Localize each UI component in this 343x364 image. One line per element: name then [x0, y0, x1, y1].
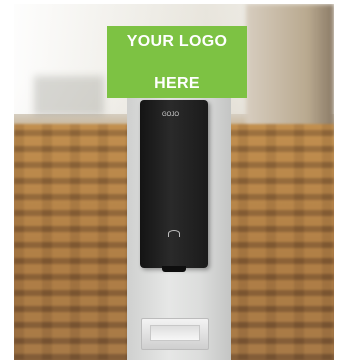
logo-placeholder-text: YOUR LOGO HERE [127, 10, 227, 115]
drip-tray-inner [150, 325, 200, 341]
drip-tray [141, 318, 209, 350]
logo-placeholder-panel: YOUR LOGO HERE [107, 26, 247, 98]
sanitizer-dispenser: GOJO [140, 100, 208, 272]
background-bench [34, 76, 104, 116]
logo-line-2: HERE [154, 74, 200, 92]
dispenser-nozzle [162, 266, 186, 272]
background-wall [246, 4, 334, 134]
logo-line-1: YOUR LOGO [126, 32, 228, 50]
sensor-icon [168, 230, 180, 237]
